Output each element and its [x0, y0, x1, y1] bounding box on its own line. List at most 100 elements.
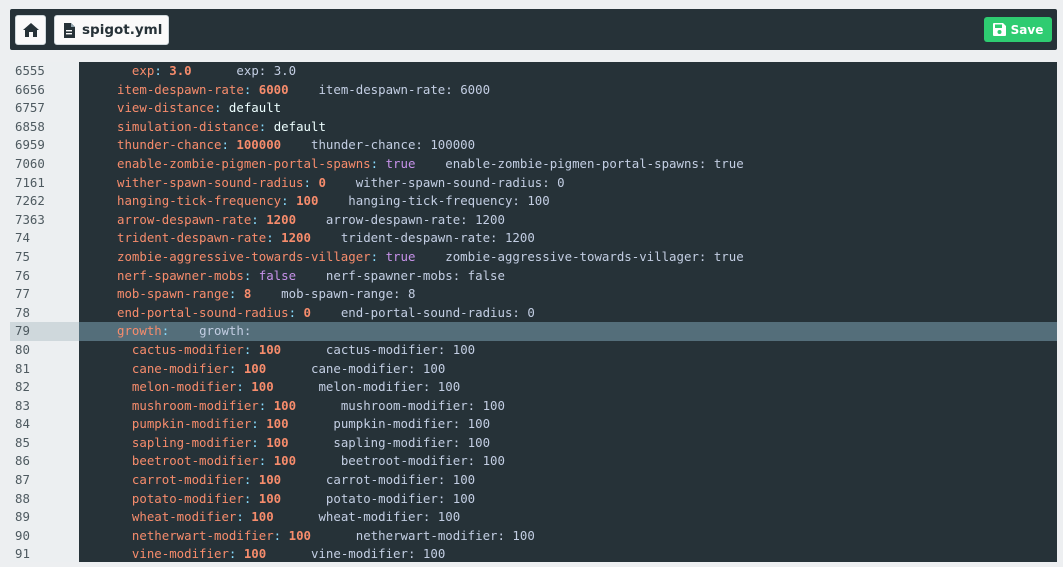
line-number: 89 — [15, 509, 30, 525]
code-content: melon-modifier: 100 melon-modifier: 100 — [117, 378, 460, 397]
code-line[interactable]: 91 vine-modifier: 100 vine-modifier: 100 — [10, 545, 1057, 562]
code-line[interactable]: 6959 thunder-chance: 100000 thunder-chanc… — [10, 136, 1057, 155]
inline-hint: end-portal-sound-radius: 0 — [340, 304, 535, 320]
code-line[interactable]: 76 nerf-spawner-mobs: false nerf-spawner-… — [10, 267, 1057, 286]
inline-hint: beetroot-modifier: 100 — [340, 453, 505, 469]
yaml-value: default — [228, 100, 282, 116]
code-content: netherwart-modifier: 100 netherwart-modi… — [117, 527, 535, 546]
yaml-key: mushroom-modifier — [131, 397, 259, 413]
code-lines: 6555 exp: 3.0 exp: 3.0 6656 item-despawn-r… — [10, 62, 1057, 562]
code-content: end-portal-sound-radius: 0 end-portal-so… — [117, 304, 535, 323]
code-line[interactable]: 85 sapling-modifier: 100 sapling-modifie… — [10, 434, 1057, 453]
code-line[interactable]: 83 mushroom-modifier: 100 mushroom-modif… — [10, 397, 1057, 416]
yaml-key: vine-modifier — [131, 546, 229, 562]
inline-hint: enable-zombie-pigmen-portal-spawns: true — [445, 155, 744, 171]
yaml-key: melon-modifier — [131, 379, 237, 395]
inline-hint: pumpkin-modifier: 100 — [333, 416, 491, 432]
code-line[interactable]: 87 carrot-modifier: 100 carrot-modifier:… — [10, 471, 1057, 490]
code-content: zombie-aggressive-towards-villager: true… — [117, 248, 744, 267]
code-line[interactable]: 75 zombie-aggressive-towards-villager: tr… — [10, 248, 1057, 267]
code-line[interactable]: 80 cactus-modifier: 100 cactus-modifier:… — [10, 341, 1057, 360]
inline-hint: mob-spawn-range: 8 — [281, 286, 416, 302]
yaml-value: 100 — [296, 193, 319, 209]
save-label: Save — [1010, 22, 1044, 37]
code-content: cane-modifier: 100 cane-modifier: 100 — [117, 360, 445, 379]
yaml-key: wither-spawn-sound-radius — [117, 174, 304, 190]
code-line[interactable]: 77 mob-spawn-range: 8 mob-spawn-range: 8 — [10, 285, 1057, 304]
code-line[interactable]: 79 growth: growth: — [10, 322, 1057, 341]
line-number: 78 — [15, 304, 30, 320]
home-button[interactable] — [15, 15, 46, 45]
yaml-key: growth — [117, 323, 162, 339]
colon: : — [236, 509, 244, 525]
yaml-key: mob-spawn-range — [117, 286, 229, 302]
code-content: arrow-despawn-rate: 1200 arrow-despawn-r… — [117, 211, 505, 230]
yaml-value: 100 — [258, 341, 282, 357]
inline-hint: carrot-modifier: 100 — [325, 472, 476, 488]
line-number: 84 — [15, 416, 30, 432]
yaml-key: thunder-chance — [117, 137, 222, 153]
code-line[interactable]: 84 pumpkin-modifier: 100 pumpkin-modifie… — [10, 415, 1057, 434]
code-line[interactable]: 7060 enable-zombie-pigmen-portal-spawns: … — [10, 155, 1057, 174]
code-line[interactable]: 7161 wither-spawn-sound-radius: 0 wither-… — [10, 174, 1057, 193]
colon: : — [251, 416, 259, 432]
code-line[interactable]: 74 trident-despawn-rate: 1200 trident-des… — [10, 229, 1057, 248]
code-line[interactable]: 7363 arrow-despawn-rate: 1200 arrow-despa… — [10, 211, 1057, 230]
code-line[interactable]: 6555 exp: 3.0 exp: 3.0 — [10, 62, 1057, 81]
yaml-value: 100 — [243, 546, 267, 562]
colon: : — [251, 211, 259, 227]
code-line[interactable]: 6858 simulation-distance: default — [10, 118, 1057, 137]
yaml-value: 100 — [243, 360, 267, 376]
inline-hint: exp: 3.0 — [236, 63, 297, 78]
code-line[interactable]: 81 cane-modifier: 100 cane-modifier: 100 — [10, 360, 1057, 379]
code-content: vine-modifier: 100 vine-modifier: 100 — [117, 545, 445, 562]
code-content: cactus-modifier: 100 cactus-modifier: 10… — [117, 341, 475, 360]
yaml-key: trident-despawn-rate — [117, 230, 267, 246]
line-number: 6858 — [15, 118, 45, 134]
code-line[interactable]: 88 potato-modifier: 100 potato-modifier:… — [10, 490, 1057, 509]
inline-hint: wither-spawn-sound-radius: 0 — [355, 174, 565, 190]
inline-hint: potato-modifier: 100 — [325, 490, 476, 506]
inline-hint: cane-modifier: 100 — [311, 360, 446, 376]
code-line[interactable]: 6757 view-distance: default — [10, 99, 1057, 118]
code-line[interactable]: 78 end-portal-sound-radius: 0 end-portal-… — [10, 304, 1057, 323]
yaml-key: cane-modifier — [131, 360, 229, 376]
file-tab[interactable]: spigot.yml — [54, 15, 169, 45]
code-line[interactable]: 6656 item-despawn-rate: 6000 item-despawn… — [10, 81, 1057, 100]
code-line[interactable]: 7262 hanging-tick-frequency: 100 hanging-… — [10, 192, 1057, 211]
code-content: nerf-spawner-mobs: false nerf-spawner-mo… — [117, 267, 505, 286]
yaml-value: false — [258, 267, 297, 283]
yaml-value: 100 — [251, 509, 274, 525]
code-line[interactable]: 86 beetroot-modifier: 100 beetroot-modif… — [10, 452, 1057, 471]
floppy-disk-icon — [992, 23, 1006, 36]
code-line[interactable]: 90 netherwart-modifier: 100 netherwart-m… — [10, 527, 1057, 546]
code-content: carrot-modifier: 100 carrot-modifier: 10… — [117, 471, 475, 490]
code-editor[interactable]: 6555 exp: 3.0 exp: 3.0 6656 item-despawn-r… — [10, 62, 1057, 562]
code-line[interactable]: 82 melon-modifier: 100 melon-modifier: 1… — [10, 378, 1057, 397]
code-line[interactable]: 89 wheat-modifier: 100 wheat-modifier: 1… — [10, 508, 1057, 527]
save-button[interactable]: Save — [984, 17, 1052, 42]
